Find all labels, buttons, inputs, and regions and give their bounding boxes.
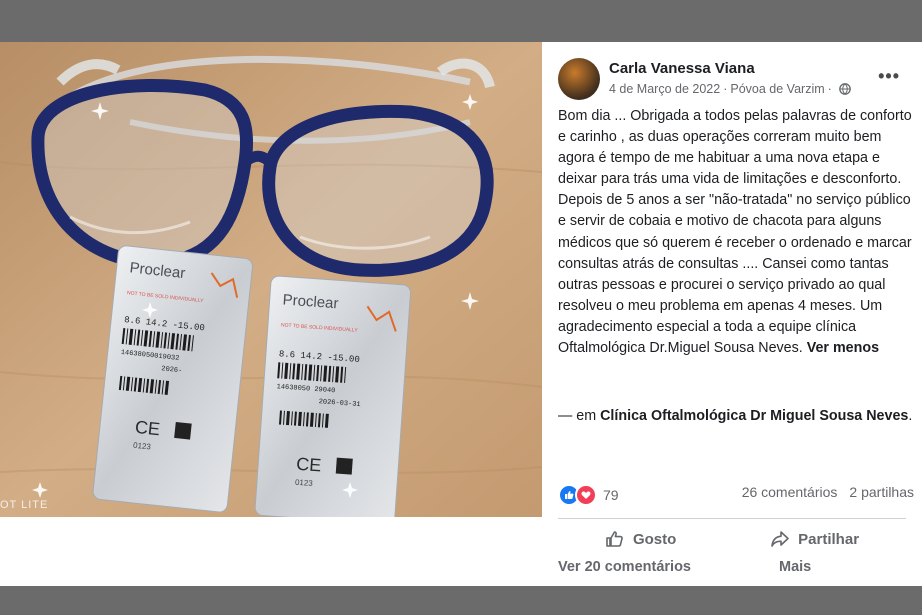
- checkin-place-link[interactable]: Clínica Oftalmológica Dr Miguel Sousa Ne…: [600, 408, 908, 424]
- post-text: Bom dia ... Obrigada a todos pelas palav…: [558, 106, 914, 359]
- share-arrow-icon: [771, 531, 789, 547]
- share-label: Partilhar: [798, 530, 860, 548]
- post-viewer: Proclear NOT TO BE SOLD INDIVIDUALLY 8.6…: [0, 42, 922, 586]
- like-label: Gosto: [632, 530, 677, 548]
- checkin-suffix: .: [908, 408, 913, 424]
- pack2-ce: CE: [296, 454, 322, 476]
- shares-count-link[interactable]: 2 partilhas: [849, 484, 914, 500]
- view-comments-link[interactable]: Ver 20 comentários: [558, 559, 691, 575]
- reactions-summary[interactable]: 79: [558, 484, 619, 506]
- meta-separator-2: ·: [827, 82, 832, 96]
- comments-count-link[interactable]: 26 comentários: [742, 484, 838, 500]
- post-meta: 4 de Março de 2022 · Póvoa de Varzim ·: [609, 82, 851, 96]
- photo-glasses-and-lenses: Proclear NOT TO BE SOLD INDIVIDUALLY 8.6…: [0, 42, 542, 517]
- post-details-panel: Carla Vanessa Viana 4 de Março de 2022 · P…: [542, 42, 922, 586]
- bottom-background-band: [0, 586, 922, 615]
- check-in: — em Clínica Oftalmológica Dr Miguel Sou…: [558, 406, 914, 427]
- avatar[interactable]: [558, 58, 600, 100]
- pack2-num: 0123: [295, 478, 314, 488]
- author-name[interactable]: Carla Vanessa Viana: [609, 60, 755, 77]
- post-location[interactable]: Póvoa de Varzim: [730, 82, 824, 96]
- engagement-counts: 26 comentários 2 partilhas: [742, 484, 914, 500]
- see-less-link[interactable]: Ver menos: [807, 340, 879, 356]
- share-button[interactable]: Partilhar: [770, 529, 859, 549]
- pack1-ce: CE: [134, 417, 161, 440]
- checkin-prefix: — em: [558, 408, 601, 424]
- comments-footer: Ver 20 comentários Mais: [558, 559, 906, 575]
- pack1-num: 0123: [133, 441, 152, 452]
- post-date[interactable]: 4 de Março de 2022: [609, 82, 720, 96]
- more-options-icon[interactable]: •••: [878, 66, 900, 87]
- post-actions: Gosto Partilhar: [558, 526, 906, 552]
- post-stats: 79 26 comentários 2 partilhas: [558, 484, 914, 506]
- love-reaction-icon: [575, 484, 597, 506]
- post-body: Bom dia ... Obrigada a todos pelas palav…: [558, 108, 912, 357]
- more-link[interactable]: Mais: [779, 559, 811, 575]
- actions-divider: [558, 518, 906, 519]
- reaction-count: 79: [603, 487, 619, 503]
- photo-watermark: OT LITE: [0, 499, 49, 511]
- post-photo[interactable]: Proclear NOT TO BE SOLD INDIVIDUALLY 8.6…: [0, 42, 542, 517]
- top-background-band: [0, 0, 922, 42]
- globe-icon: [838, 83, 851, 95]
- meta-separator: ·: [723, 82, 728, 96]
- like-button[interactable]: Gosto: [605, 529, 676, 549]
- thumbs-up-icon: [606, 531, 623, 547]
